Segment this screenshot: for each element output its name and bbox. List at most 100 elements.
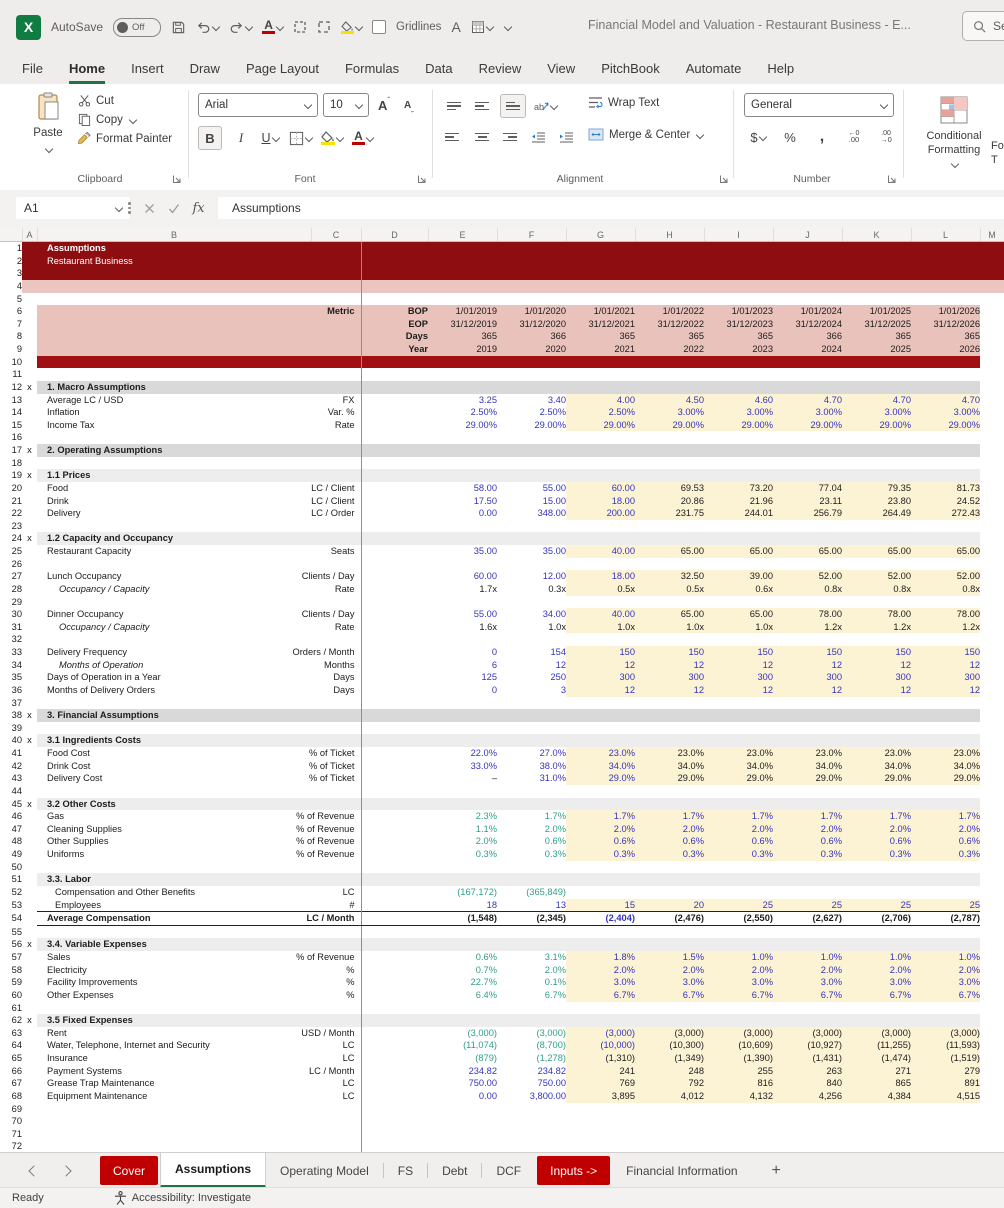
cell-D27[interactable] xyxy=(361,570,428,583)
cell-K43[interactable]: 29.0% xyxy=(842,772,911,785)
cell-D38[interactable] xyxy=(361,709,428,722)
cell-F71[interactable] xyxy=(497,1128,566,1141)
cell-D65[interactable] xyxy=(361,1052,428,1065)
cell-L60[interactable]: 6.7% xyxy=(911,989,980,1002)
cell-H33[interactable]: 150 xyxy=(635,646,704,659)
cell-E59[interactable]: 22.7% xyxy=(428,976,497,989)
cell-E4[interactable] xyxy=(428,280,497,293)
cell-A32[interactable] xyxy=(22,633,37,646)
row-header-17[interactable]: 17 xyxy=(0,444,22,457)
cell-J1[interactable] xyxy=(773,242,842,255)
cell-G70[interactable] xyxy=(566,1115,635,1128)
cell-D8[interactable]: Days xyxy=(361,330,428,343)
cell-L57[interactable]: 1.0% xyxy=(911,951,980,964)
cell-M31[interactable] xyxy=(980,621,1004,634)
col-header-K[interactable]: K xyxy=(842,228,911,242)
cell-G35[interactable]: 300 xyxy=(566,671,635,684)
cell-A33[interactable] xyxy=(22,646,37,659)
cell-M18[interactable] xyxy=(980,457,1004,470)
cell-H8[interactable]: 365 xyxy=(635,330,704,343)
cell-M47[interactable] xyxy=(980,823,1004,836)
cell-G29[interactable] xyxy=(566,596,635,609)
cell-G26[interactable] xyxy=(566,558,635,571)
cell-L17[interactable] xyxy=(911,444,980,457)
cell-G61[interactable] xyxy=(566,1002,635,1015)
cell-B8[interactable] xyxy=(37,330,361,343)
cell-F35[interactable]: 250 xyxy=(497,671,566,684)
sheet-tab-inputs[interactable]: Inputs -> xyxy=(537,1156,610,1185)
cell-A35[interactable] xyxy=(22,671,37,684)
cell-K68[interactable]: 4,384 xyxy=(842,1090,911,1103)
shape-frame-icon[interactable] xyxy=(317,20,331,34)
cell-H3[interactable] xyxy=(635,267,704,280)
row-header-5[interactable]: 5 xyxy=(0,293,22,306)
cell-K32[interactable] xyxy=(842,633,911,646)
cell-L58[interactable]: 2.0% xyxy=(911,964,980,977)
cell-B26[interactable] xyxy=(37,558,361,571)
cell-K26[interactable] xyxy=(842,558,911,571)
cancel-icon[interactable] xyxy=(144,203,155,214)
cell-G53[interactable]: 15 xyxy=(566,899,635,912)
cell-L45[interactable] xyxy=(911,798,980,811)
cell-E26[interactable] xyxy=(428,558,497,571)
menu-data[interactable]: Data xyxy=(425,61,452,84)
cell-D68[interactable] xyxy=(361,1090,428,1103)
cell-H41[interactable]: 23.0% xyxy=(635,747,704,760)
cell-G8[interactable]: 365 xyxy=(566,330,635,343)
cell-J23[interactable] xyxy=(773,520,842,533)
cell-H25[interactable]: 65.00 xyxy=(635,545,704,558)
cell-A50[interactable] xyxy=(22,861,37,874)
cell-M16[interactable] xyxy=(980,431,1004,444)
cell-M51[interactable] xyxy=(980,873,1004,886)
sheet-tab-fs[interactable]: FS xyxy=(384,1153,427,1188)
cell-H44[interactable] xyxy=(635,785,704,798)
cell-L28[interactable]: 0.8x xyxy=(911,583,980,596)
cell-G37[interactable] xyxy=(566,697,635,710)
cell-J22[interactable]: 256.79 xyxy=(773,507,842,520)
cell-K58[interactable]: 2.0% xyxy=(842,964,911,977)
cell-A29[interactable] xyxy=(22,596,37,609)
cell-A20[interactable] xyxy=(22,482,37,495)
comma-style-button[interactable]: , xyxy=(812,126,832,148)
cell-M5[interactable] xyxy=(980,293,1004,306)
cell-I23[interactable] xyxy=(704,520,773,533)
table-style-icon[interactable] xyxy=(471,20,493,34)
cell-J64[interactable]: (10,927) xyxy=(773,1039,842,1052)
fill-color-button[interactable] xyxy=(321,127,343,149)
cell-J68[interactable]: 4,256 xyxy=(773,1090,842,1103)
cell-I12[interactable] xyxy=(704,381,773,394)
cell-G21[interactable]: 18.00 xyxy=(566,495,635,508)
row-header-10[interactable]: 10 xyxy=(0,356,22,369)
cell-L18[interactable] xyxy=(911,457,980,470)
cell-F66[interactable]: 234.82 xyxy=(497,1065,566,1078)
cell-I4[interactable] xyxy=(704,280,773,293)
cell-A43[interactable] xyxy=(22,772,37,785)
cell-A15[interactable] xyxy=(22,419,37,432)
cell-L4[interactable] xyxy=(911,280,980,293)
row-header-49[interactable]: 49 xyxy=(0,848,22,861)
cell-G65[interactable]: (1,310) xyxy=(566,1052,635,1065)
cell-H59[interactable]: 3.0% xyxy=(635,976,704,989)
row-header-11[interactable]: 11 xyxy=(0,368,22,381)
cell-M40[interactable] xyxy=(980,734,1004,747)
cell-F64[interactable]: (8,700) xyxy=(497,1039,566,1052)
cell-H24[interactable] xyxy=(635,532,704,545)
cell-L7[interactable]: 31/12/2026 xyxy=(911,318,980,331)
cell-E45[interactable] xyxy=(428,798,497,811)
cell-H16[interactable] xyxy=(635,431,704,444)
cell-D51[interactable] xyxy=(361,873,428,886)
cell-L39[interactable] xyxy=(911,722,980,735)
cell-B28[interactable]: Occupancy / CapacityRate xyxy=(37,583,361,596)
cell-B69[interactable] xyxy=(37,1103,361,1116)
cell-I65[interactable]: (1,390) xyxy=(704,1052,773,1065)
cell-K61[interactable] xyxy=(842,1002,911,1015)
cell-E20[interactable]: 58.00 xyxy=(428,482,497,495)
cell-B56[interactable]: 3.4. Variable Expenses xyxy=(37,938,361,951)
cell-H20[interactable]: 69.53 xyxy=(635,482,704,495)
cell-G19[interactable] xyxy=(566,469,635,482)
accessibility-status[interactable]: Accessibility: Investigate xyxy=(114,1191,251,1205)
cell-G5[interactable] xyxy=(566,293,635,306)
cell-J67[interactable]: 840 xyxy=(773,1077,842,1090)
name-box[interactable]: A1 xyxy=(16,197,130,219)
cell-F58[interactable]: 2.0% xyxy=(497,964,566,977)
